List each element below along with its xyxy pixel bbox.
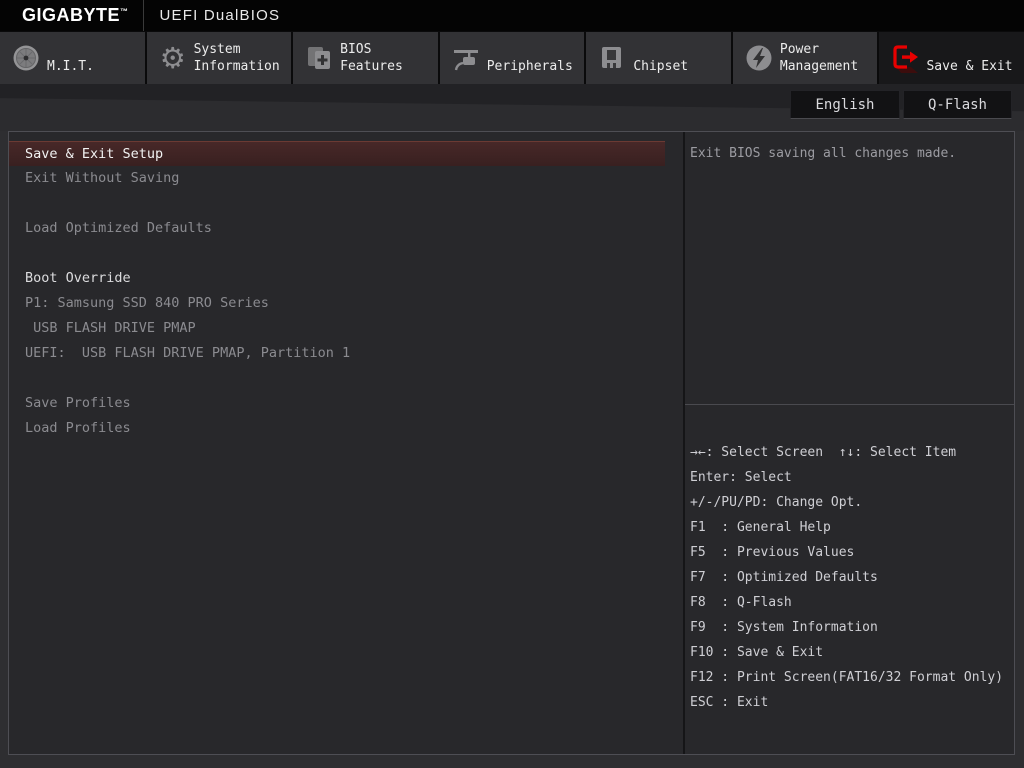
save-exit-menu: Save & Exit Setup Exit Without Saving Lo… <box>9 132 683 754</box>
tab-bar: M.I.T. ⚙ System Information BIOS Feature… <box>0 31 1024 84</box>
menu-item-save-exit-setup[interactable]: Save & Exit Setup <box>9 141 665 166</box>
menu-item-load-optimized-defaults[interactable]: Load Optimized Defaults <box>9 216 665 241</box>
help-sidebar: Exit BIOS saving all changes made. →←: S… <box>683 132 1014 754</box>
gigabyte-logo: GIGABYTE™ <box>22 5 129 26</box>
menu-item-exit-without-saving[interactable]: Exit Without Saving <box>9 166 665 191</box>
title-bar: GIGABYTE™ UEFI DualBIOS <box>0 0 1024 31</box>
titlebar-divider <box>143 0 144 31</box>
legend-select-screen-item: →←: Select Screen ↑↓: Select Item <box>690 440 1012 465</box>
gear-icon: ⚙ <box>156 44 190 72</box>
menu-item-save-profiles[interactable]: Save Profiles <box>9 391 665 416</box>
tab-peripherals-label: Peripherals <box>487 40 573 76</box>
menu-item-load-profiles[interactable]: Load Profiles <box>9 416 665 441</box>
power-bolt-icon <box>742 44 776 72</box>
tab-system-information-label: System Information <box>194 40 280 76</box>
legend-f5: F5 : Previous Values <box>690 540 1012 565</box>
tab-chipset[interactable]: Chipset <box>586 32 731 84</box>
legend-change-opt: +/-/PU/PD: Change Opt. <box>690 490 1012 515</box>
trademark-symbol: ™ <box>120 7 129 16</box>
tab-power-management-label: Power Management <box>780 40 858 76</box>
tab-save-exit-label: Save & Exit <box>926 40 1012 76</box>
peripherals-icon <box>449 44 483 72</box>
legend-f9: F9 : System Information <box>690 615 1012 640</box>
mit-dial-icon <box>9 44 43 72</box>
legend-f12: F12 : Print Screen(FAT16/32 Format Only) <box>690 665 1012 690</box>
bios-title: UEFI DualBIOS <box>160 7 281 24</box>
legend-enter: Enter: Select <box>690 465 1012 490</box>
tab-mit[interactable]: M.I.T. <box>0 32 145 84</box>
tab-bios-features-label: BIOS Features <box>340 40 403 76</box>
boot-override-header: Boot Override <box>9 266 665 291</box>
chipset-icon <box>595 44 629 72</box>
legend-f8: F8 : Q-Flash <box>690 590 1012 615</box>
tab-save-exit[interactable]: Save & Exit <box>879 32 1024 84</box>
save-exit-door-icon <box>888 42 922 74</box>
legend-f7: F7 : Optimized Defaults <box>690 565 1012 590</box>
tab-system-information[interactable]: ⚙ System Information <box>147 32 292 84</box>
main-panel: Save & Exit Setup Exit Without Saving Lo… <box>8 131 1015 755</box>
tab-bios-features[interactable]: BIOS Features <box>293 32 438 84</box>
qflash-button[interactable]: Q-Flash <box>903 90 1012 119</box>
key-legend: →←: Select Screen ↑↓: Select Item Enter:… <box>685 404 1014 754</box>
item-help-text: Exit BIOS saving all changes made. <box>685 132 1014 404</box>
menu-item-boot-device-usb[interactable]: USB FLASH DRIVE PMAP <box>9 316 665 341</box>
legend-f10: F10 : Save & Exit <box>690 640 1012 665</box>
tab-mit-label: M.I.T. <box>47 40 94 76</box>
legend-esc: ESC : Exit <box>690 690 1012 715</box>
language-button[interactable]: English <box>790 90 900 119</box>
tab-peripherals[interactable]: Peripherals <box>440 32 585 84</box>
bios-features-icon <box>302 44 336 72</box>
legend-f1: F1 : General Help <box>690 515 1012 540</box>
sub-band: English Q-Flash <box>0 84 1024 131</box>
menu-item-boot-device-uefi-usb[interactable]: UEFI: USB FLASH DRIVE PMAP, Partition 1 <box>9 341 665 366</box>
menu-item-boot-device-ssd[interactable]: P1: Samsung SSD 840 PRO Series <box>9 291 665 316</box>
tab-chipset-label: Chipset <box>633 40 688 76</box>
tab-power-management[interactable]: Power Management <box>733 32 878 84</box>
